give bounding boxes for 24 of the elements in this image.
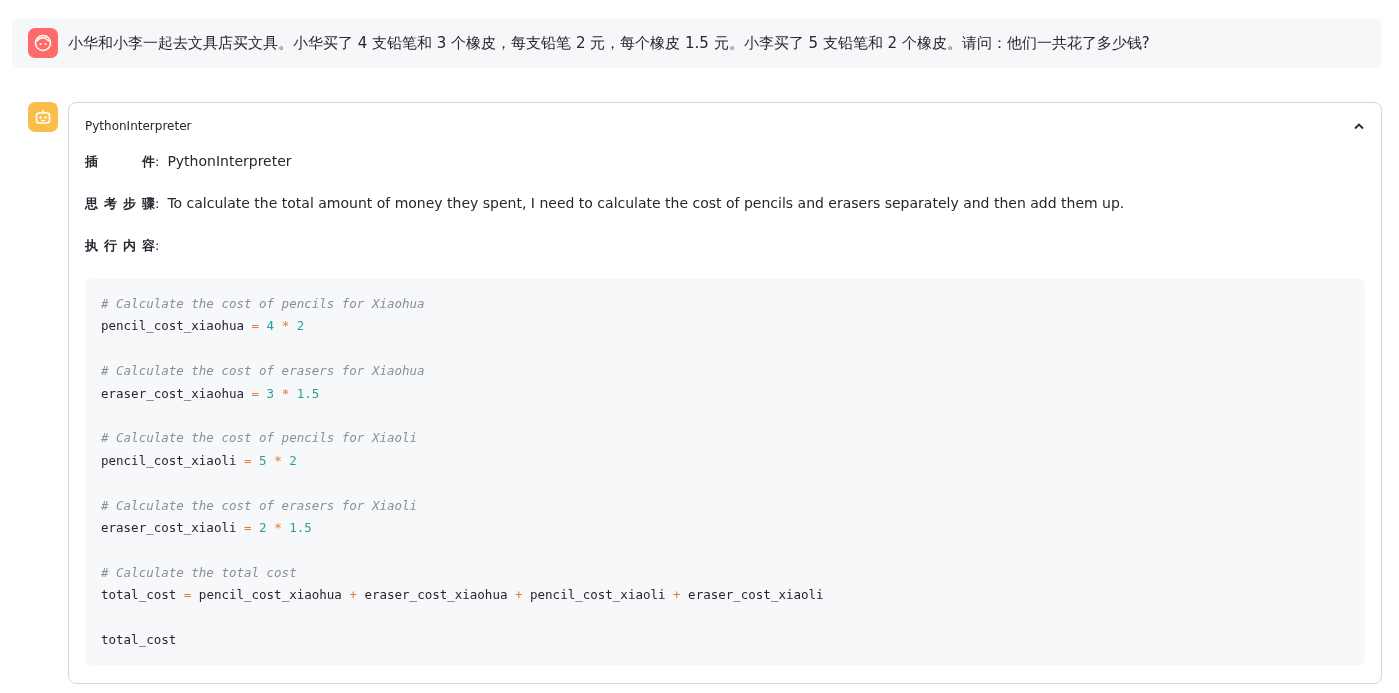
- tool-title: PythonInterpreter: [85, 119, 192, 133]
- code-line: eraser_cost_xiaohua = 3 * 1.5: [101, 384, 321, 403]
- field-value: To calculate the total amount of money they spent, I need to calculate the cost of pencils and erasers separately and then add them up.: [167, 195, 1125, 211]
- label-colon: :: [155, 238, 160, 253]
- code-line: eraser_cost_xiaoli = 2 * 1.5: [101, 519, 313, 537]
- code-line: total_cost = pencil_cost_xiaohua + eraser_cost_xiaohua + pencil_cost_xiaoli + eraser_cost_xiaoli: [101, 586, 825, 605]
- field-value: PythonInterpreter: [167, 153, 292, 169]
- user-message-text: 小华和小李一起去文具店买文具。小华买了 4 支铅笔和 3 个橡皮，每支铅笔 2 元，每个橡皮 1.5 元。小李买了 5 支铅笔和 2 个橡皮。请问：他们一共花了多少钱?: [68, 33, 1150, 53]
- field-label: 插件: [85, 153, 155, 171]
- user-avatar-icon: [28, 28, 58, 58]
- code-comment: # Calculate the total cost: [101, 563, 298, 582]
- field-label: 思考步骤: [85, 195, 155, 213]
- code-comment: # Calculate the cost of pencils for Xiaohua: [101, 295, 426, 313]
- label-colon: :: [155, 154, 160, 169]
- code-line: pencil_cost_xiaoli = 5 * 2: [101, 451, 298, 470]
- code-comment: # Calculate the cost of erasers for Xiaohua: [101, 362, 426, 381]
- code-comment: # Calculate the cost of pencils for Xiaoli: [101, 429, 419, 448]
- code-line: total_cost: [101, 631, 178, 649]
- code-line: pencil_cost_xiaohua = 4 * 2: [101, 317, 306, 336]
- label-colon: :: [155, 196, 160, 211]
- code-comment: # Calculate the cost of erasers for Xiaoli: [101, 496, 419, 515]
- field-label: 执行内容: [85, 237, 155, 255]
- collapse-chevron-icon[interactable]: [1353, 122, 1365, 130]
- robot-avatar-icon: [28, 102, 58, 132]
